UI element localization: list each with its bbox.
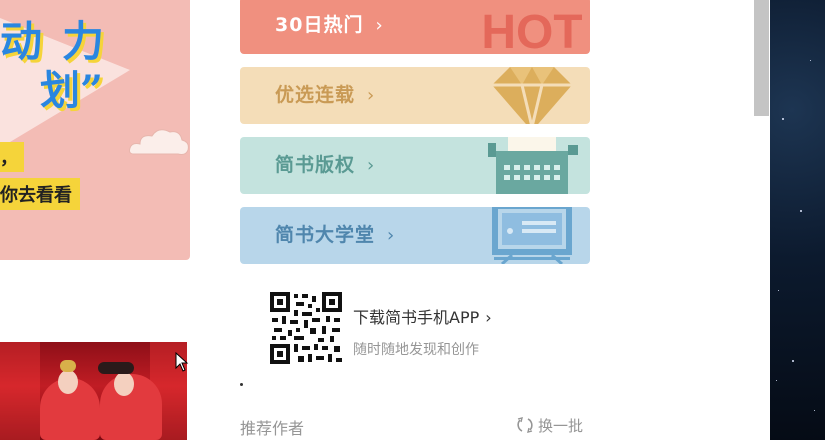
photo-curtain bbox=[0, 342, 40, 440]
download-app-subtitle: 随时随地发现和创作 bbox=[353, 342, 479, 358]
monitor-icon bbox=[492, 207, 572, 264]
star bbox=[776, 380, 777, 381]
hot-text-icon: HOT bbox=[482, 6, 582, 54]
cloud-icon bbox=[129, 129, 189, 155]
star bbox=[782, 118, 784, 120]
hot-30-days-label: 30日热门 › bbox=[275, 14, 384, 36]
scrollbar-thumb[interactable] bbox=[754, 0, 769, 116]
banner-headline-2: 划” bbox=[40, 67, 104, 114]
photo-hat bbox=[98, 362, 134, 374]
star bbox=[814, 410, 815, 411]
article-thumbnail[interactable] bbox=[0, 342, 187, 440]
featured-serial-button[interactable]: 优选连载 › bbox=[240, 67, 590, 124]
banner-caption-1: ， bbox=[0, 142, 24, 172]
desktop-background bbox=[770, 0, 825, 440]
university-button[interactable]: 简书大学堂 › bbox=[240, 207, 590, 264]
copyright-button[interactable]: 简书版权 › bbox=[240, 137, 590, 194]
star bbox=[778, 290, 779, 291]
diamond-icon bbox=[492, 67, 572, 124]
photo-headdress bbox=[60, 360, 76, 372]
university-label: 简书大学堂 › bbox=[275, 224, 396, 246]
refresh-icon bbox=[517, 417, 533, 433]
banner-caption-2: 你去看看 bbox=[0, 178, 80, 210]
download-app-link[interactable]: 下载简书手机APP › bbox=[353, 304, 492, 328]
qr-code-icon[interactable] bbox=[270, 292, 342, 364]
svg-text:HOT: HOT bbox=[482, 6, 582, 54]
dot-divider bbox=[240, 383, 243, 386]
star bbox=[810, 60, 811, 61]
featured-serial-label: 优选连载 › bbox=[275, 84, 376, 106]
star bbox=[792, 360, 794, 362]
photo-face bbox=[58, 370, 78, 394]
cursor-icon bbox=[175, 352, 189, 372]
star bbox=[800, 210, 802, 212]
refresh-authors-button[interactable]: 换一批 bbox=[516, 415, 583, 436]
copyright-label: 简书版权 › bbox=[275, 154, 376, 176]
hot-30-days-button[interactable]: 30日热门 › HOT bbox=[240, 0, 590, 54]
recommended-authors-title: 推荐作者 bbox=[240, 419, 305, 438]
typewriter-icon bbox=[488, 137, 578, 194]
promo-banner[interactable]: 动力 划” ， 你去看看 bbox=[0, 0, 190, 260]
photo-face bbox=[114, 372, 134, 396]
